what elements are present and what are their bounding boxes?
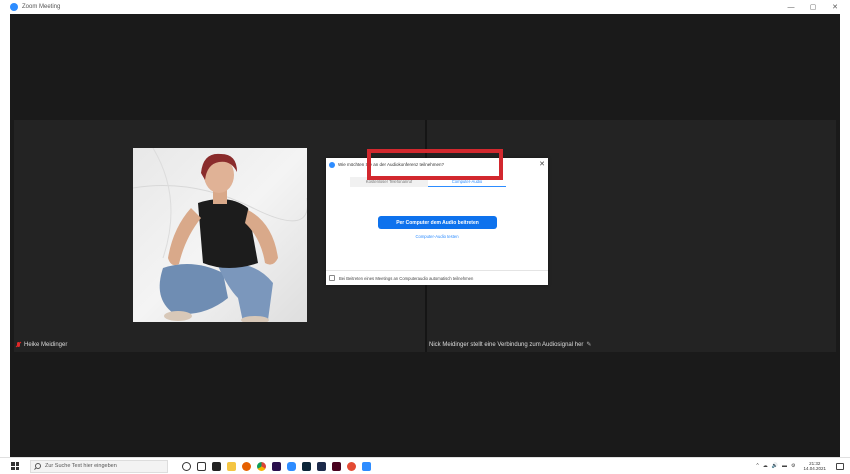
- pencil-icon: ✎: [586, 342, 592, 348]
- audition-icon[interactable]: [317, 461, 326, 471]
- network-icon[interactable]: ⚙: [791, 463, 795, 469]
- indesign-icon[interactable]: [332, 461, 341, 471]
- battery-icon[interactable]: ▬: [782, 463, 787, 469]
- zoom-app-icon[interactable]: [287, 461, 296, 471]
- tray-expand-icon[interactable]: ^: [756, 463, 758, 469]
- start-button[interactable]: [0, 458, 30, 474]
- join-computer-audio-button[interactable]: Per Computer dem Audio beitreten: [378, 216, 497, 229]
- participant-name: Heike Meidinger: [24, 342, 68, 348]
- participant-name-label: Nick Meidinger stellt eine Verbindung zu…: [429, 341, 592, 349]
- title-bar: Zoom Meeting — ▢ ✕: [0, 0, 850, 14]
- taskbar: Zur Suche Text hier eingeben ^ ☁ 🔊 ▬ ⚙ 2…: [0, 457, 850, 474]
- zoom-logo-icon: [10, 3, 18, 11]
- premiere-icon[interactable]: [272, 461, 281, 471]
- cloud-icon[interactable]: ☁: [763, 463, 768, 469]
- notification-center-icon[interactable]: [836, 462, 844, 470]
- dialog-footer: Bei Beitreten eines Meetings an Computer…: [326, 270, 548, 285]
- app-red-icon[interactable]: [347, 461, 356, 471]
- clock-date: 14.04.2021: [803, 466, 826, 471]
- highlight-annotation: [367, 149, 503, 180]
- search-placeholder: Zur Suche Text hier eingeben: [45, 463, 117, 469]
- windows-logo-icon: [11, 462, 19, 470]
- zoom-logo-icon: [329, 161, 335, 168]
- window-title: Zoom Meeting: [22, 4, 61, 10]
- store-icon[interactable]: [212, 461, 221, 471]
- participant-name-label: Heike Meidinger: [16, 342, 67, 348]
- taskbar-search[interactable]: Zur Suche Text hier eingeben: [30, 459, 168, 473]
- test-computer-audio-link[interactable]: Computer-Audio testen: [326, 234, 548, 239]
- auto-join-checkbox[interactable]: [329, 275, 335, 281]
- cortana-icon[interactable]: [182, 461, 191, 471]
- window-controls: — ▢ ✕: [780, 0, 846, 14]
- system-tray: ^ ☁ 🔊 ▬ ⚙ 21:32 14.04.2021: [756, 461, 844, 472]
- close-window-button[interactable]: ✕: [824, 0, 846, 14]
- taskbar-app-icons: [182, 461, 371, 471]
- participant-status: Nick Meidinger stellt eine Verbindung zu…: [429, 341, 584, 348]
- minimize-button[interactable]: —: [780, 0, 802, 14]
- mic-muted-icon: [16, 342, 21, 348]
- auto-join-label: Bei Beitreten eines Meetings an Computer…: [339, 275, 474, 281]
- participant-photo: [133, 148, 307, 322]
- task-view-icon[interactable]: [197, 461, 206, 471]
- firefox-icon[interactable]: [242, 461, 251, 471]
- search-icon: [35, 463, 41, 469]
- person-photo-icon: [133, 148, 307, 322]
- chrome-icon[interactable]: [257, 461, 266, 471]
- file-explorer-icon[interactable]: [227, 461, 236, 471]
- zoom-meeting-taskbar-icon[interactable]: [362, 461, 371, 471]
- taskbar-clock[interactable]: 21:32 14.04.2021: [803, 461, 826, 472]
- photoshop-icon[interactable]: [302, 461, 311, 471]
- dialog-close-button[interactable]: ✕: [539, 161, 545, 168]
- volume-icon[interactable]: 🔊: [772, 463, 778, 469]
- maximize-button[interactable]: ▢: [802, 0, 824, 14]
